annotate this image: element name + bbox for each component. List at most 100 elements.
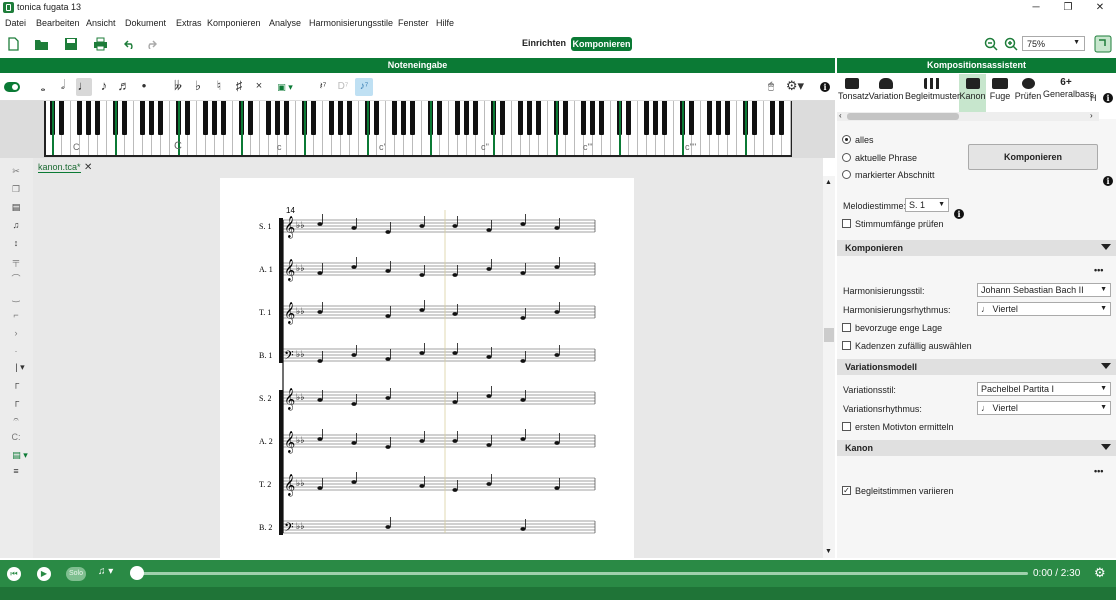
staccato-icon[interactable]: · [10, 346, 22, 356]
harmonisierungsrhythmus-select[interactable]: ♩ Viertel [977, 302, 1111, 316]
black-key[interactable] [563, 101, 568, 135]
black-key[interactable] [770, 101, 775, 135]
black-key[interactable] [527, 101, 532, 135]
quarter-note-icon[interactable]: ♩ [77, 79, 91, 93]
new-file-icon[interactable] [6, 37, 20, 51]
scope-radio-abschnitt[interactable] [842, 170, 851, 179]
black-key[interactable] [275, 101, 280, 135]
stem-icon[interactable]: ↕ [10, 238, 22, 248]
tab-variation[interactable]: Variation [868, 74, 904, 112]
score[interactable]: 14 S. 1 𝄞 ♭♭A. 1 𝄞 ♭♭T. 1 𝄞 ♭♭B. 1 𝄢 ♭♭S. 2 𝄞 ♭♭A.… [255, 200, 605, 558]
menu-datei[interactable]: Datei [5, 18, 26, 28]
whole-note-icon[interactable]: 𝅝 [36, 80, 50, 94]
black-key[interactable] [248, 101, 253, 135]
half-note-icon[interactable]: 𝅗𝅥 [56, 78, 70, 92]
flat-icon[interactable]: ♭ [192, 79, 204, 93]
tab-scroll-thumb[interactable] [847, 113, 959, 120]
black-key[interactable] [410, 101, 415, 135]
tab-fuge[interactable]: Fuge [988, 74, 1012, 112]
articulation-icon[interactable]: ⌐ [10, 310, 22, 320]
black-key[interactable] [437, 101, 442, 135]
accent-icon[interactable]: › [10, 328, 22, 338]
black-key[interactable] [86, 101, 91, 135]
black-key[interactable] [401, 101, 406, 135]
tab-tonsatz[interactable]: Tonsatz [838, 74, 869, 112]
rewind-button[interactable]: ⏮ [7, 567, 21, 581]
volta-2-icon[interactable]: ┌ [10, 396, 22, 406]
black-key[interactable] [203, 101, 208, 135]
variationsrhythmus-select[interactable]: ♩ Viertel [977, 401, 1111, 415]
black-key[interactable] [149, 101, 154, 135]
cut-icon[interactable]: ✂ [10, 166, 22, 176]
menu-harmonisierungsstile[interactable]: Harmonisierungsstile [309, 18, 393, 28]
black-key[interactable] [347, 101, 352, 135]
black-key[interactable] [212, 101, 217, 135]
scroll-up-icon[interactable]: ▲ [825, 179, 832, 186]
beam-icon[interactable]: ╤ [10, 256, 22, 266]
black-key[interactable] [662, 101, 667, 135]
black-key[interactable] [518, 101, 523, 135]
slur-icon[interactable]: ⌒ [10, 274, 22, 284]
progress-track[interactable] [136, 572, 1028, 575]
close-button[interactable]: ✕ [1084, 0, 1116, 16]
harmonisierungsstil-select[interactable]: Johann Sebastian Bach II [977, 283, 1111, 297]
menu-bearbeiten[interactable]: Bearbeiten [36, 18, 80, 28]
info-icon[interactable]: i [1103, 176, 1113, 186]
tuplet-icon[interactable]: ♪⁷ [357, 80, 371, 94]
tab-begleitmuster[interactable]: Begleitmuster [905, 74, 960, 112]
zoom-select[interactable]: 75% ▼ [1022, 36, 1085, 51]
black-key[interactable] [779, 101, 784, 135]
black-key[interactable] [500, 101, 505, 135]
stimmumfaenge-checkbox[interactable] [842, 219, 851, 228]
black-key[interactable] [266, 101, 271, 135]
maximize-button[interactable]: ❐ [1052, 0, 1084, 16]
open-file-icon[interactable] [34, 37, 50, 51]
double-sharp-icon[interactable]: × [253, 79, 265, 93]
black-key[interactable] [725, 101, 730, 135]
menu-fenster[interactable]: Fenster [398, 18, 429, 28]
tab-generalbass[interactable]: 6+ Generalbass [1043, 74, 1094, 112]
black-key[interactable] [752, 101, 757, 135]
black-key[interactable] [707, 101, 712, 135]
black-key[interactable] [473, 101, 478, 135]
double-flat-icon[interactable]: 𝄫 [171, 79, 185, 93]
zoom-out-icon[interactable] [984, 37, 998, 51]
document-tab[interactable]: kanon.tca* [38, 162, 81, 173]
scroll-down-icon[interactable]: ▼ [825, 548, 832, 555]
scroll-thumb[interactable] [824, 328, 834, 342]
print-icon[interactable] [93, 37, 108, 51]
sharp-icon[interactable]: ♯ [233, 79, 245, 93]
chord-symbol-icon[interactable]: D⁷ [336, 80, 350, 94]
zoom-in-icon[interactable] [1004, 37, 1018, 51]
scroll-right-icon[interactable]: › [1090, 111, 1093, 120]
menu-analyse[interactable]: Analyse [269, 18, 301, 28]
eighth-note-icon[interactable]: ♪ [97, 79, 111, 93]
info-icon[interactable]: i [954, 209, 964, 219]
volta-1-icon[interactable]: ┌ [10, 378, 22, 388]
tab-kanon[interactable]: Kanon [959, 74, 986, 112]
section-komponieren-header[interactable]: Komponieren [837, 240, 1116, 256]
play-button[interactable]: ▶ [37, 567, 51, 581]
vertical-scrollbar[interactable] [823, 176, 835, 558]
black-key[interactable] [581, 101, 586, 135]
barline-select-icon[interactable]: | ▾ [10, 362, 30, 372]
black-key[interactable] [455, 101, 460, 135]
undo-icon[interactable] [124, 39, 136, 49]
black-key[interactable] [221, 101, 226, 135]
black-key[interactable] [158, 101, 163, 135]
black-key[interactable] [329, 101, 334, 135]
black-key[interactable] [77, 101, 82, 135]
copy-icon[interactable]: ❐ [10, 184, 22, 194]
minimize-button[interactable]: ─ [1020, 0, 1052, 16]
black-key[interactable] [689, 101, 694, 135]
menu-extras[interactable]: Extras [176, 18, 202, 28]
more-options-icon[interactable]: ••• [1094, 265, 1103, 275]
menu-komponieren[interactable]: Komponieren [207, 18, 261, 28]
panel-toggle-icon[interactable] [1094, 35, 1112, 53]
redo-icon[interactable] [145, 39, 157, 49]
tab-h[interactable]: H [1090, 74, 1102, 112]
black-key[interactable] [626, 101, 631, 135]
einrichten-mode-button[interactable]: Einrichten [522, 38, 566, 48]
solo-button[interactable]: Solo [66, 567, 86, 581]
paste-icon[interactable]: ▤ [10, 202, 22, 212]
